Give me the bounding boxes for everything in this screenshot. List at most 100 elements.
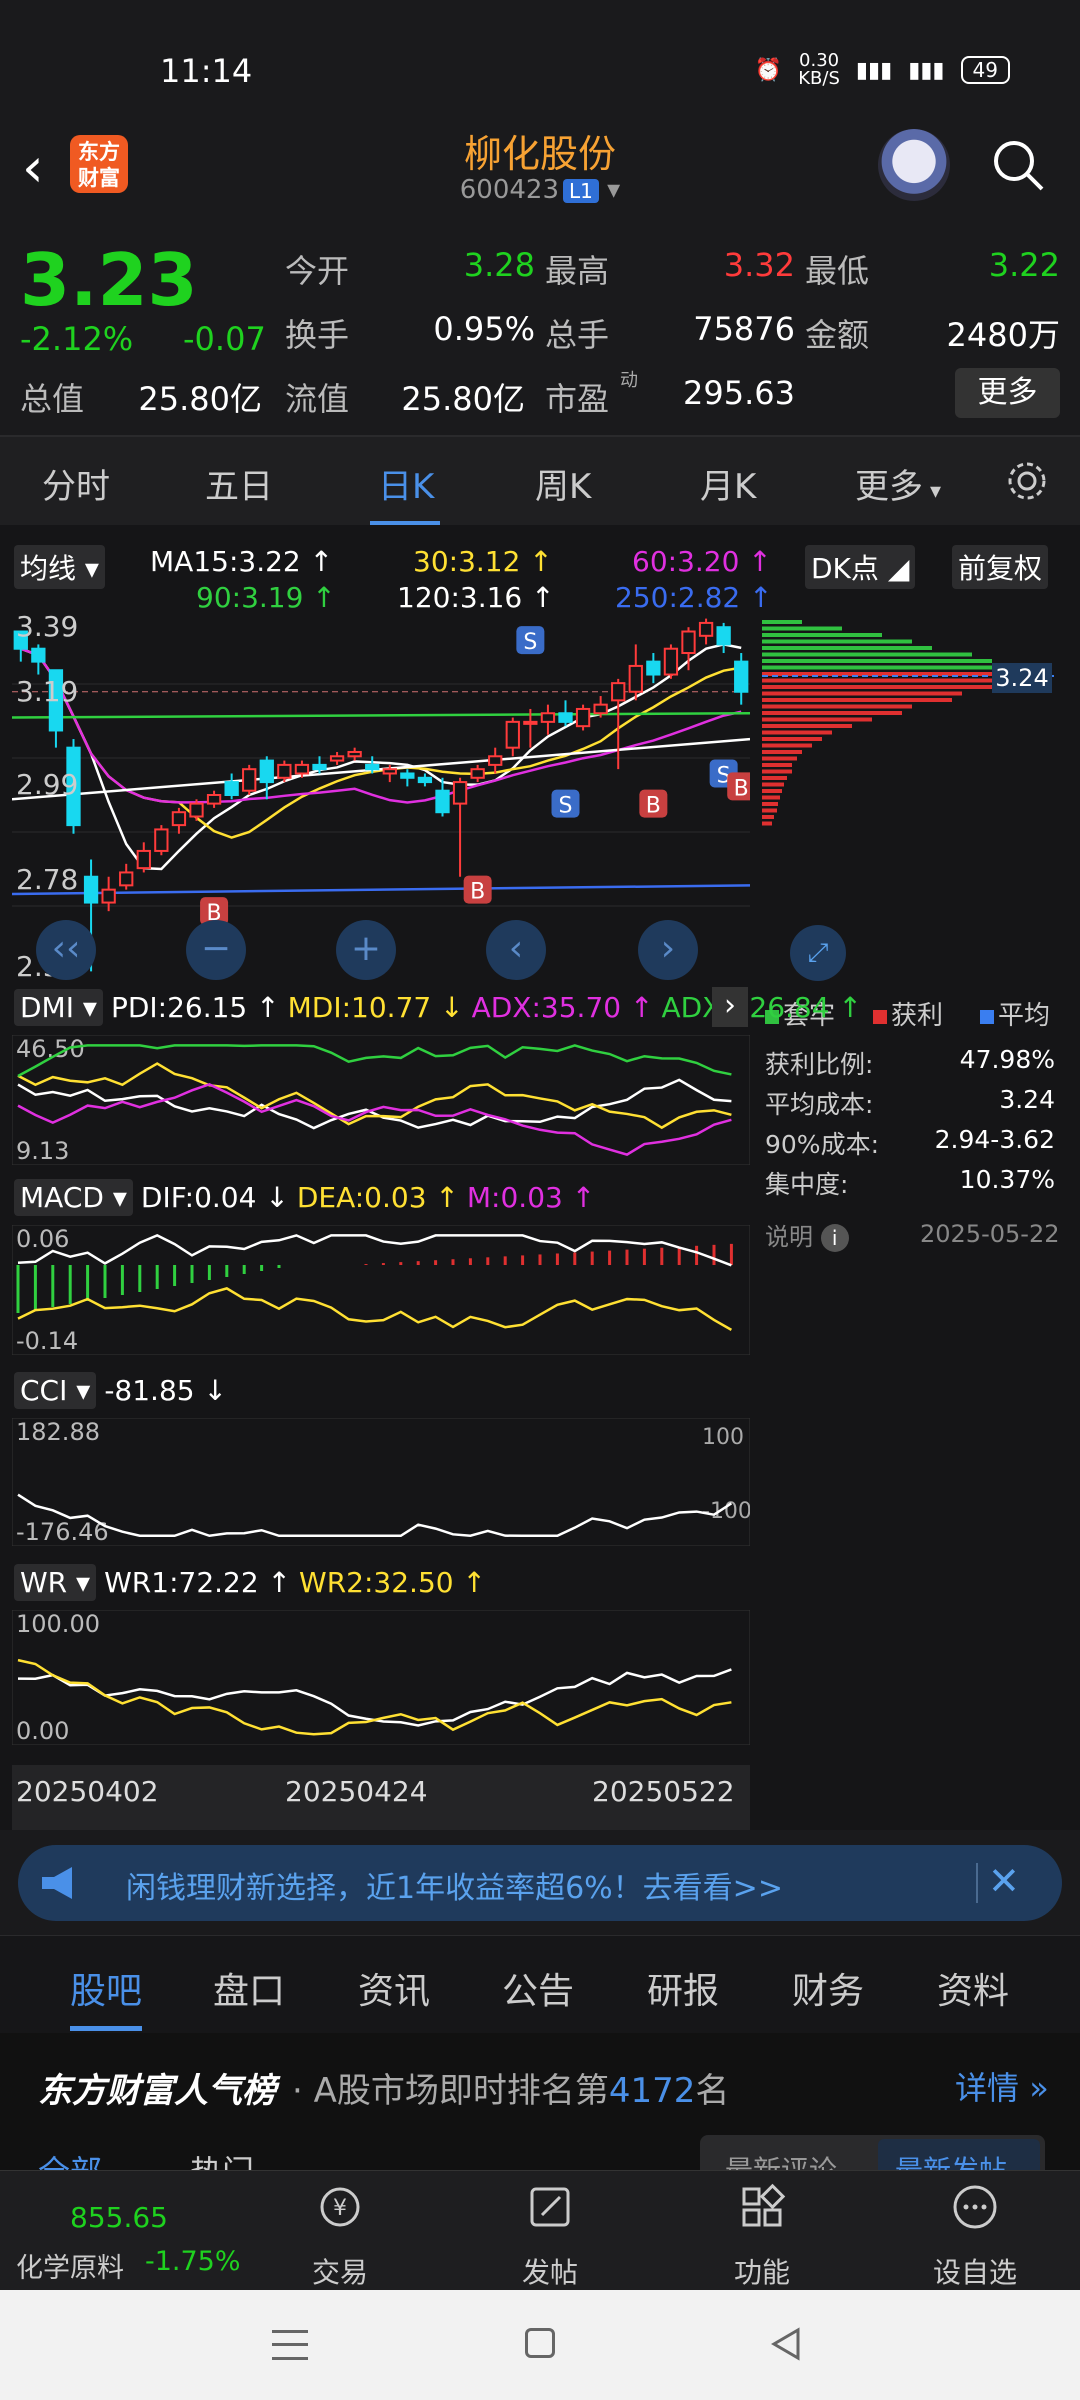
cci-ref-bottom: -100 <box>702 1499 750 1524</box>
candle-body <box>716 626 731 646</box>
wr-selector[interactable]: WR ▾ <box>14 1564 97 1601</box>
adjust-button[interactable]: 前复权 <box>952 545 1049 589</box>
quote-label: 总值 <box>20 380 85 418</box>
svg-text:S: S <box>523 630 537 655</box>
nav-trade[interactable]: ¥ 交易 <box>280 2171 400 2291</box>
nav-post[interactable]: 发帖 <box>490 2171 610 2291</box>
ma-value: 60:3.20 ↑ <box>632 545 772 578</box>
tab-1[interactable]: 五日 <box>205 459 273 508</box>
recent-apps-icon[interactable] <box>272 2330 308 2360</box>
dmi-selector[interactable]: DMI ▾ <box>14 989 103 1026</box>
candle-body <box>189 802 204 818</box>
chip-bar <box>762 639 912 644</box>
cci-value: -81.85 ↓ <box>104 1374 227 1407</box>
chip-stat: 90%成本: 2.94-3.62 <box>765 1125 1055 1159</box>
dmi-value: PDI:26.15 ↑ <box>110 991 280 1024</box>
candle-body <box>329 755 345 762</box>
close-icon[interactable]: ✕ <box>988 1859 1020 1903</box>
candle-body <box>417 776 433 784</box>
rank-detail-link[interactable]: 详情 » <box>955 2063 1049 2109</box>
candle-body <box>681 630 696 655</box>
tab-2[interactable]: 日K <box>378 459 434 508</box>
candle-body <box>593 703 608 715</box>
chip-date: 2025-05-22 <box>920 1220 1060 1248</box>
zoom-out-icon[interactable]: − <box>186 920 246 980</box>
chip-bar <box>762 659 992 663</box>
status-time: 11:14 <box>160 52 253 90</box>
promo-banner[interactable]: 闲钱理财新选择，近1年收益率超6%！去看看>> ✕ <box>18 1845 1062 1921</box>
candle-body <box>523 720 538 725</box>
banner-text[interactable]: 闲钱理财新选择，近1年收益率超6%！去看看>> <box>126 1863 783 1907</box>
subtab-0[interactable]: 股吧 <box>70 1962 142 2014</box>
macd-selector[interactable]: MACD ▾ <box>14 1179 133 1216</box>
cci-header: CCI ▾ -81.85 ↓ <box>14 1372 227 1412</box>
subtab-6[interactable]: 资料 <box>937 1962 1009 2014</box>
macd-value: M:0.03 ↑ <box>466 1181 596 1214</box>
candle-body <box>540 712 556 723</box>
next-icon[interactable]: › <box>638 920 698 980</box>
tab-5[interactable]: 更多 ▾ <box>855 459 941 508</box>
assistant-robot-icon[interactable] <box>878 129 950 201</box>
cci-chart[interactable]: 182.88 -176.46 100 -100 <box>12 1418 750 1546</box>
settings-gear-icon[interactable] <box>1005 459 1049 503</box>
nav-add-watchlist[interactable]: 设自选 <box>915 2171 1035 2291</box>
cci-axis-bottom: -176.46 <box>16 1518 109 1546</box>
chip-note[interactable]: 说明 i <box>765 1217 849 1252</box>
wr-axis-bottom: 0.00 <box>16 1717 69 1745</box>
quote-label: 总手 <box>545 316 610 354</box>
chip-bar <box>762 620 802 624</box>
date-label: 20250402 <box>16 1775 159 1808</box>
subtab-5[interactable]: 财务 <box>792 1962 864 2014</box>
megaphone-icon <box>42 1867 72 1899</box>
macd-chart[interactable]: 0.06 -0.14 <box>12 1225 750 1355</box>
search-icon[interactable] <box>990 137 1046 193</box>
quote-value: 2480万 <box>946 316 1060 354</box>
wr-value: WR1:72.22 ↑ <box>104 1566 292 1599</box>
dmi-value: ADX:35.70 ↑ <box>471 991 654 1024</box>
dk-point-button[interactable]: DK点 ◢ <box>805 545 916 589</box>
candle-body <box>312 763 327 771</box>
nav-function[interactable]: 功能 <box>702 2171 822 2291</box>
zoom-in-icon[interactable]: + <box>336 920 396 980</box>
more-quote-button[interactable]: 更多 <box>955 368 1060 418</box>
dmi-chart[interactable]: 46.509.13 <box>12 1035 750 1165</box>
signal-B: B <box>727 772 750 801</box>
subtab-2[interactable]: 资讯 <box>358 1962 430 2014</box>
prev-icon[interactable]: ‹ <box>486 920 546 980</box>
sector-name[interactable]: 化学原料 <box>16 2246 124 2285</box>
subtab-1[interactable]: 盘口 <box>213 1962 285 2014</box>
subtab-3[interactable]: 公告 <box>502 1962 574 2014</box>
tab-3[interactable]: 周K <box>535 459 591 508</box>
last-price: 3.23 <box>20 238 198 322</box>
candle-body <box>242 768 257 792</box>
tab-0[interactable]: 分时 <box>42 459 110 508</box>
candle-body <box>646 660 661 676</box>
chip-bar <box>762 782 784 787</box>
post-filters: 全部 热门 最新评论 最新发帖 <box>0 2125 1080 2175</box>
content-tabs: 股吧 盘口 资讯 公告 研报 财务 资料 <box>0 1935 1080 2033</box>
macd-axis-bottom: -0.14 <box>16 1327 78 1355</box>
home-icon[interactable] <box>525 2328 555 2358</box>
chip-bar <box>762 743 812 748</box>
back-nav-icon[interactable] <box>768 2326 804 2362</box>
popularity-rank[interactable]: 东方财富人气榜 · A股市场即时排名第4172名 详情 » <box>0 2033 1080 2133</box>
tab-4[interactable]: 月K <box>700 459 756 508</box>
more-dots-icon <box>953 2185 997 2229</box>
scroll-left-icon[interactable]: ‹‹ <box>36 920 96 980</box>
ma-selector[interactable]: 均线 ▾ <box>14 545 105 589</box>
quote-value: 75876 <box>693 310 795 348</box>
expand-icon[interactable]: ⤢ <box>790 925 846 981</box>
quote-label: 最高 <box>545 252 610 290</box>
level-badge: L1 <box>563 179 599 203</box>
chip-bar <box>762 737 822 741</box>
chip-bar <box>762 633 882 637</box>
price-axis-label: 3.39 <box>16 610 79 643</box>
expand-right-icon[interactable]: › <box>712 987 748 1027</box>
percent-change: -2.12% <box>20 320 134 358</box>
subtab-4[interactable]: 研报 <box>647 1962 719 2014</box>
rank-brand: 东方财富人气榜 <box>38 2071 276 2111</box>
wr-chart[interactable]: 100.00 0.00 <box>12 1610 750 1745</box>
pe-dynamic-sup: 动 <box>620 370 638 391</box>
candle-body <box>382 768 397 775</box>
cci-selector[interactable]: CCI ▾ <box>14 1372 97 1409</box>
